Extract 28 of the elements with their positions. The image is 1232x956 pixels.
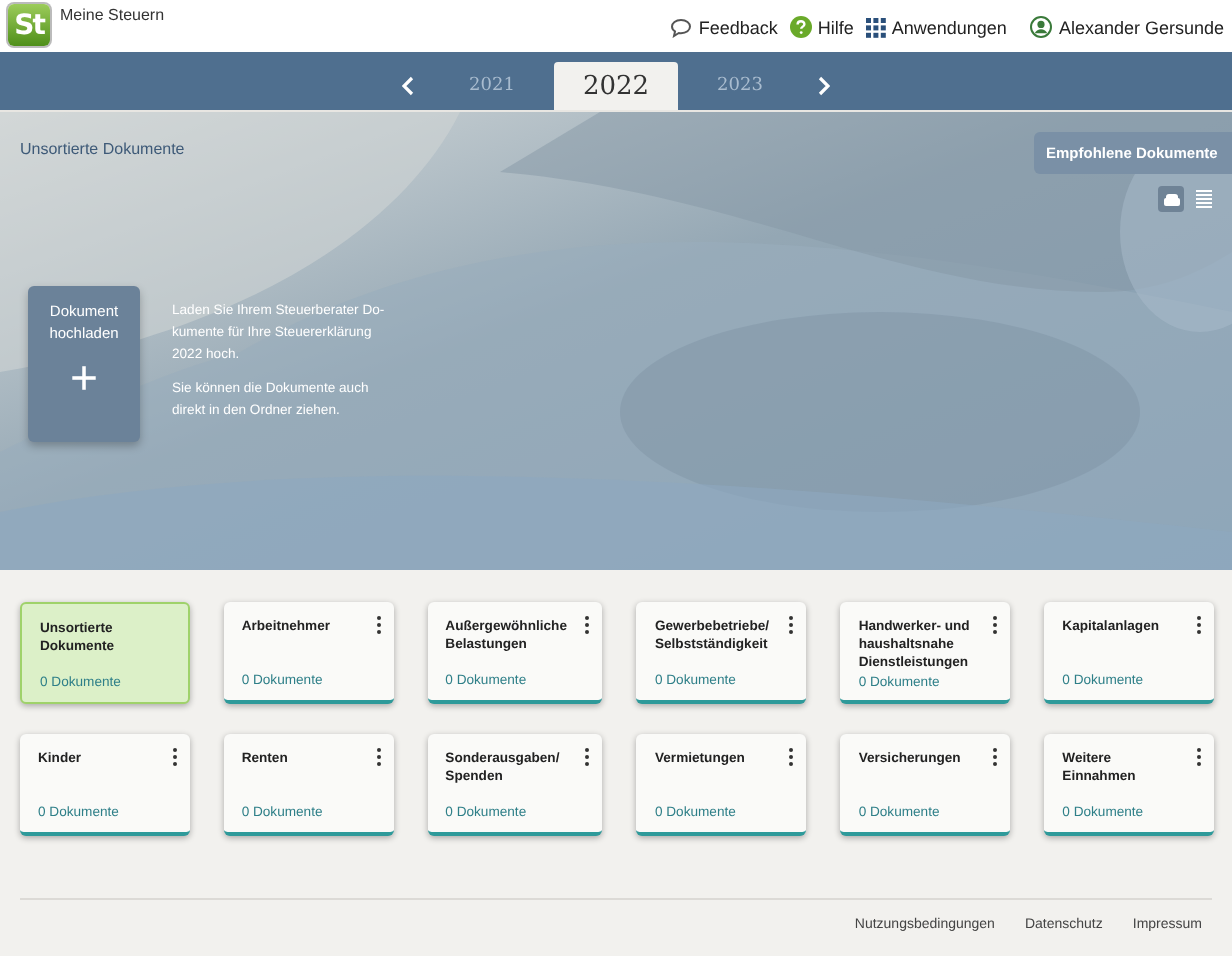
more-menu-icon[interactable] [584,616,591,634]
left-chevron-icon[interactable] [402,76,414,96]
apps-link[interactable]: Anwendungen [865,16,1007,38]
tile-view-toggle[interactable] [1158,186,1184,212]
section-title: Unsortierte Dokumente [20,140,185,158]
more-menu-icon[interactable] [1196,748,1202,766]
feedback-link[interactable]: Feedback [670,16,778,38]
tile-icon [1163,193,1179,205]
user-link[interactable]: Alexander Gersunde [1030,16,1224,38]
year-tab[interactable]: 2022 [554,62,678,110]
more-menu-icon[interactable] [1196,616,1202,634]
grid-icon [865,17,886,37]
user-icon [1030,16,1053,38]
more-menu-icon[interactable] [171,748,178,766]
more-menu-icon[interactable] [584,748,591,766]
help-icon [789,16,812,38]
list-icon [1195,190,1211,208]
more-menu-icon[interactable] [375,616,382,634]
more-menu-icon[interactable] [992,748,999,766]
help-link[interactable]: Hilfe [789,16,854,38]
more-menu-icon[interactable] [788,748,795,766]
more-menu-icon[interactable] [992,616,999,634]
more-menu-icon[interactable] [788,616,795,634]
speech-bubble-icon [670,17,693,37]
app-title: Meine Steuern [60,6,165,24]
list-view-toggle[interactable] [1190,186,1216,212]
right-chevron-icon[interactable] [818,76,830,96]
more-menu-icon[interactable] [375,748,382,766]
